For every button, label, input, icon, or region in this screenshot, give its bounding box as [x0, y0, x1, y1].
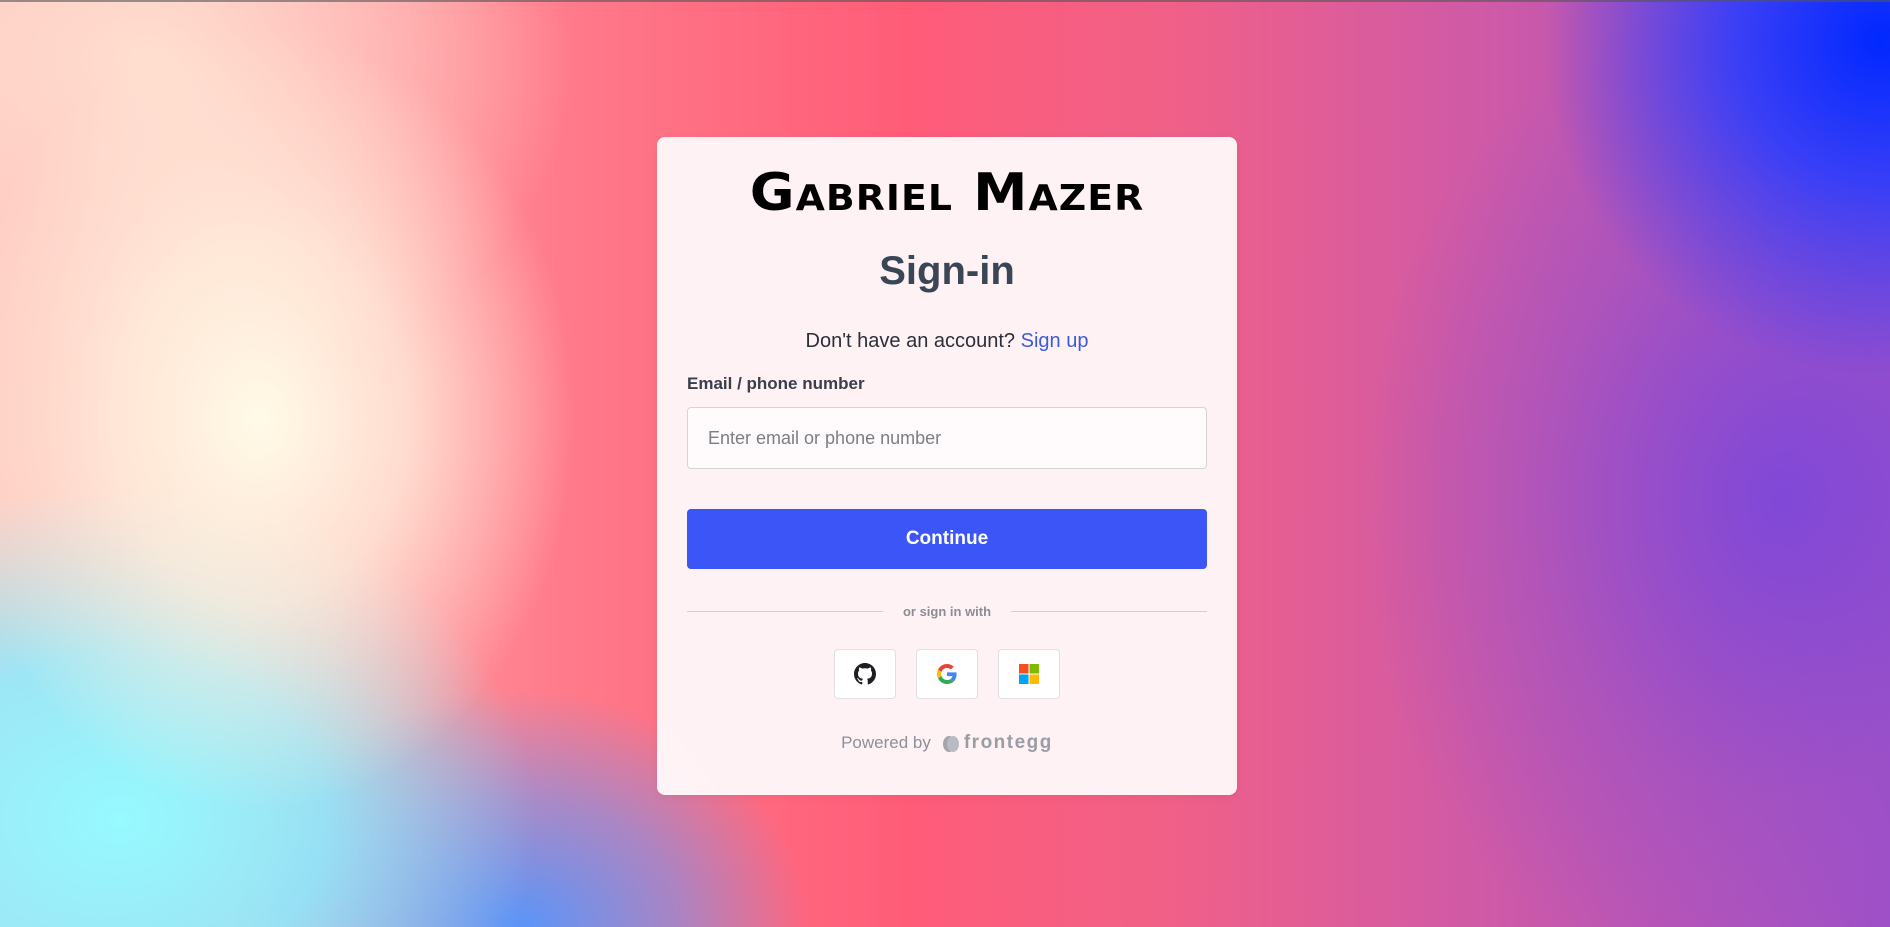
signup-prompt-row: Don't have an account? Sign up — [657, 330, 1237, 353]
brand-logo: Gabriel Mazer — [749, 163, 1145, 223]
social-divider: or sign in with — [687, 601, 1208, 621]
microsoft-icon — [1019, 664, 1039, 684]
top-border — [0, 0, 1890, 2]
frontegg-logo-text: frontegg — [963, 732, 1053, 753]
powered-by: Powered by frontegg — [657, 732, 1237, 754]
google-icon — [937, 664, 957, 684]
powered-by-text: Powered by — [841, 733, 931, 752]
continue-button[interactable]: Continue — [687, 509, 1207, 569]
signup-link[interactable]: Sign up — [1021, 330, 1089, 352]
divider-line-right — [1011, 610, 1208, 612]
google-login-button[interactable] — [916, 649, 978, 699]
frontegg-egg-icon — [942, 736, 959, 752]
email-field[interactable] — [687, 407, 1207, 469]
email-field-label: Email / phone number — [687, 374, 865, 393]
frontegg-logo: frontegg — [941, 732, 1053, 754]
page-title: Sign-in — [879, 249, 1015, 293]
login-card: Gabriel Mazer Sign-in Don't have an acco… — [657, 137, 1237, 795]
github-login-button[interactable] — [834, 649, 896, 699]
microsoft-login-button[interactable] — [998, 649, 1060, 699]
social-login-buttons — [657, 649, 1237, 699]
divider-line-left — [687, 610, 883, 612]
github-icon — [854, 663, 876, 685]
divider-text: or sign in with — [902, 603, 992, 619]
signup-prompt-text: Don't have an account? — [805, 330, 1016, 352]
